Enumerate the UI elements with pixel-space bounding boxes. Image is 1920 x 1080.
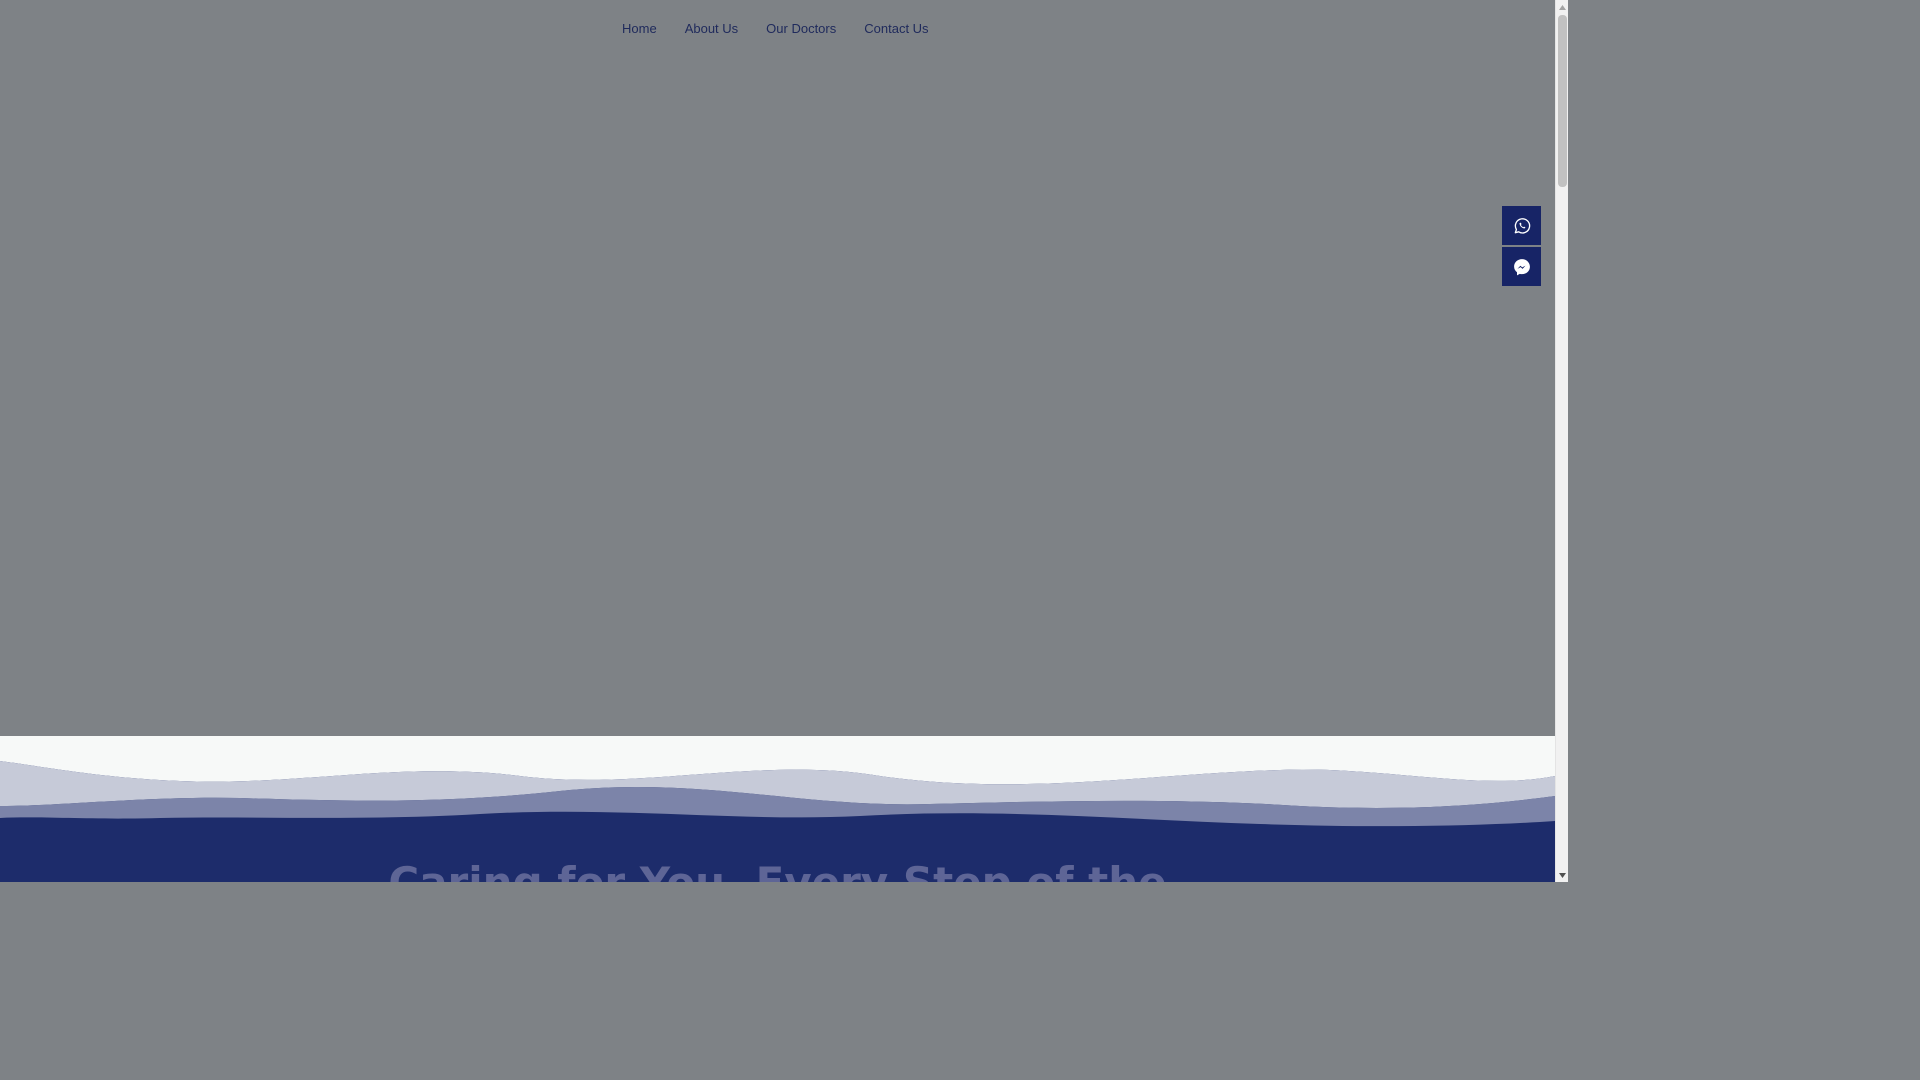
whatsapp-button[interactable] [1502, 206, 1541, 245]
main-nav: Home About Us Our Doctors Contact Us [0, 17, 1555, 41]
scrollbar-thumb[interactable] [1558, 15, 1567, 187]
hero-video-overlay [0, 0, 1555, 736]
hero-heading: Caring for You, Every Step of the [0, 858, 1555, 882]
nav-item-our-doctors[interactable]: Our Doctors [752, 17, 850, 41]
page: Home About Us Our Doctors Contact Us Car… [0, 0, 1555, 882]
scrollbar[interactable] [1555, 0, 1568, 882]
scroll-up-arrow-icon[interactable] [1556, 0, 1569, 14]
nav-item-about-us[interactable]: About Us [671, 17, 752, 41]
scroll-down-arrow-icon[interactable] [1556, 868, 1569, 882]
whatsapp-icon [1514, 217, 1530, 234]
messenger-icon [1513, 258, 1530, 275]
nav-item-home[interactable]: Home [608, 17, 671, 41]
nav-item-contact-us[interactable]: Contact Us [850, 17, 942, 41]
messenger-button[interactable] [1502, 247, 1541, 286]
